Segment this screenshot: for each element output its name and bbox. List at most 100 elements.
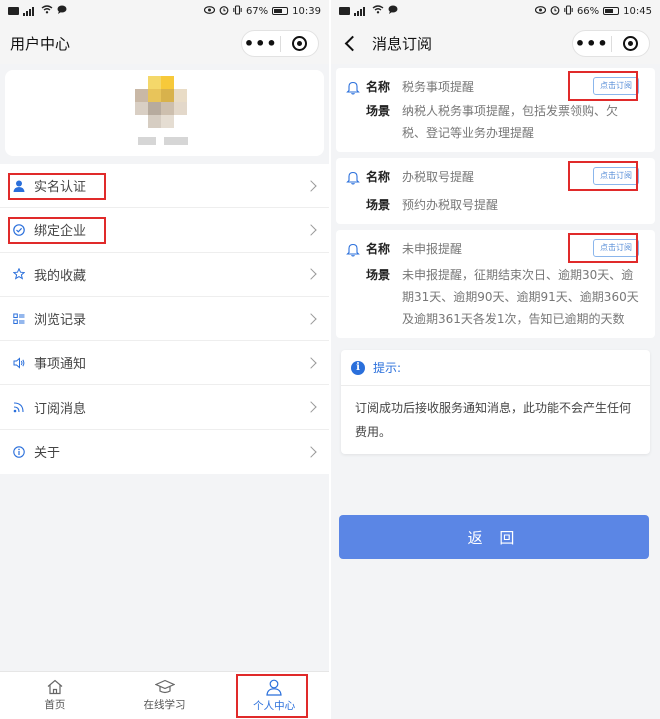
alarm-icon — [550, 5, 560, 18]
scene-line: 期31天、逾期90天、逾期91天、逾期360天 — [402, 290, 639, 304]
bell-icon — [346, 242, 362, 258]
scene-text: 未申报提醒，征期结束次日、逾期30天、逾 期31天、逾期90天、逾期91天、逾期… — [402, 264, 639, 330]
subscribe-button[interactable]: 点击订阅 — [593, 239, 639, 257]
battery-icon — [603, 7, 620, 15]
nav-bar: 用户中心 ••• — [0, 22, 329, 64]
name-key: 名称 — [366, 170, 391, 184]
status-bar: 67% 10:39 — [0, 0, 329, 22]
scene-key: 场景 — [366, 198, 391, 212]
close-miniprogram-button[interactable] — [280, 36, 318, 51]
tab-personal-center[interactable]: 个人中心 — [219, 672, 329, 719]
menu-item-real-name[interactable]: 实名认证 — [0, 164, 329, 209]
subscribe-button[interactable]: 点击订阅 — [593, 167, 639, 185]
tab-bar: 首页 在线学习 个人中心 — [0, 671, 329, 719]
wifi-icon — [41, 5, 53, 17]
target-icon — [291, 36, 307, 51]
scene-key: 场景 — [366, 268, 391, 282]
info-icon — [12, 445, 26, 459]
tip-line: 订阅成功后接收服务通知消息，此功能不会产生任何 — [355, 401, 632, 415]
subscribe-button[interactable]: 点击订阅 — [593, 77, 639, 95]
clock: 10:39 — [292, 5, 321, 17]
status-bar: 66% 10:45 — [331, 0, 660, 22]
chevron-right-icon — [305, 268, 317, 280]
signal-icon — [354, 6, 368, 16]
scene-line: 及逾期361天各发1次，告知已逾期的天数 — [402, 312, 625, 326]
subscription-name: 未申报提醒 — [402, 242, 463, 256]
star-icon — [12, 267, 26, 281]
tab-label: 在线学习 — [143, 699, 186, 711]
menu-item-subscriptions[interactable]: 订阅消息 — [0, 385, 329, 430]
tab-online-learning[interactable]: 在线学习 — [110, 672, 220, 719]
name-key: 名称 — [366, 242, 391, 256]
hd-icon — [339, 7, 350, 15]
menu-item-label: 绑定企业 — [34, 224, 87, 240]
menu-item-history[interactable]: 浏览记录 — [0, 297, 329, 342]
subscription-name: 税务事项提醒 — [402, 80, 475, 94]
more-icon[interactable]: ••• — [242, 34, 280, 54]
chevron-right-icon — [305, 224, 317, 236]
menu-item-bind-company[interactable]: 绑定企业 — [0, 208, 329, 253]
list-icon — [12, 312, 26, 326]
tab-label: 个人中心 — [253, 699, 296, 712]
menu-item-label: 实名认证 — [34, 180, 87, 196]
scene-line: 税、登记等业务办理提醒 — [402, 126, 535, 140]
subscription-name: 办税取号提醒 — [402, 170, 475, 184]
menu-item-label: 浏览记录 — [34, 313, 87, 329]
menu-item-label: 订阅消息 — [34, 401, 87, 417]
name-key: 名称 — [366, 80, 391, 94]
scene-line: 未申报提醒，征期结束次日、逾期30天、逾 — [402, 268, 634, 282]
tip-line: 费用。 — [355, 425, 392, 439]
miniprogram-capsule: ••• — [572, 30, 650, 57]
tip-box: i 提示: 订阅成功后接收服务通知消息，此功能不会产生任何 费用。 — [341, 350, 650, 454]
return-button[interactable]: 返 回 — [339, 515, 649, 559]
vibrate-icon — [233, 4, 242, 18]
chevron-right-icon — [305, 401, 317, 413]
scene-text: 预约办税取号提醒 — [402, 194, 498, 216]
tip-title: 提示: — [373, 361, 402, 375]
clock: 10:45 — [623, 5, 652, 17]
signal-icon — [23, 6, 37, 16]
username-blurred — [138, 137, 188, 145]
subscription-card: 名称 未申报提醒 场景 未申报提醒，征期结束次日、逾期30天、逾 期31天、逾期… — [336, 230, 655, 338]
more-icon[interactable]: ••• — [573, 34, 611, 54]
bell-icon — [346, 170, 362, 186]
tab-label: 首页 — [44, 699, 66, 711]
alarm-icon — [219, 5, 229, 18]
person-icon — [12, 179, 26, 193]
eye-icon — [534, 5, 547, 17]
menu-item-label: 事项通知 — [34, 357, 87, 373]
info-icon: i — [351, 360, 365, 375]
close-miniprogram-button[interactable] — [611, 36, 649, 51]
menu-item-label: 我的收藏 — [34, 268, 87, 284]
page-title: 用户中心 — [10, 34, 71, 53]
menu-item-favorites[interactable]: 我的收藏 — [0, 253, 329, 297]
profile-card — [5, 70, 324, 156]
user-center-screen: 67% 10:39 用户中心 ••• 实名认证 绑定企业 我的收藏 浏览记录 事… — [0, 0, 329, 719]
wifi-icon — [372, 5, 384, 17]
chevron-right-icon — [305, 179, 317, 192]
menu-list: 实名认证 绑定企业 我的收藏 浏览记录 事项通知 订阅消息 关于 — [0, 164, 329, 475]
chevron-right-icon — [305, 446, 317, 458]
scene-key: 场景 — [366, 104, 391, 118]
vibrate-icon — [564, 4, 573, 18]
bell-icon — [346, 80, 362, 96]
scene-line: 纳税人税务事项提醒，包括发票领购、欠 — [402, 104, 619, 118]
chat-bubble-icon — [388, 5, 398, 17]
chat-bubble-icon — [57, 5, 67, 17]
message-subscribe-screen: 66% 10:45 消息订阅 ••• 名称 税务事项提醒 场景 纳税人税务事项提… — [331, 0, 660, 719]
avatar[interactable] — [135, 76, 187, 128]
speaker-icon — [12, 356, 26, 370]
menu-item-about[interactable]: 关于 — [0, 430, 329, 474]
subscription-card: 名称 税务事项提醒 场景 纳税人税务事项提醒，包括发票领购、欠 税、登记等业务办… — [336, 68, 655, 152]
nav-bar: 消息订阅 ••• — [331, 22, 660, 64]
hd-icon — [8, 7, 19, 15]
tab-home[interactable]: 首页 — [0, 672, 110, 719]
page-title: 消息订阅 — [372, 34, 433, 53]
back-arrow-icon[interactable] — [344, 35, 361, 51]
menu-item-notifications[interactable]: 事项通知 — [0, 341, 329, 386]
tip-body: 订阅成功后接收服务通知消息，此功能不会产生任何 费用。 — [341, 386, 650, 454]
check-circle-icon — [12, 223, 26, 237]
scene-text: 纳税人税务事项提醒，包括发票领购、欠 税、登记等业务办理提醒 — [402, 100, 618, 144]
home-icon — [46, 679, 64, 695]
chevron-right-icon — [305, 357, 317, 369]
